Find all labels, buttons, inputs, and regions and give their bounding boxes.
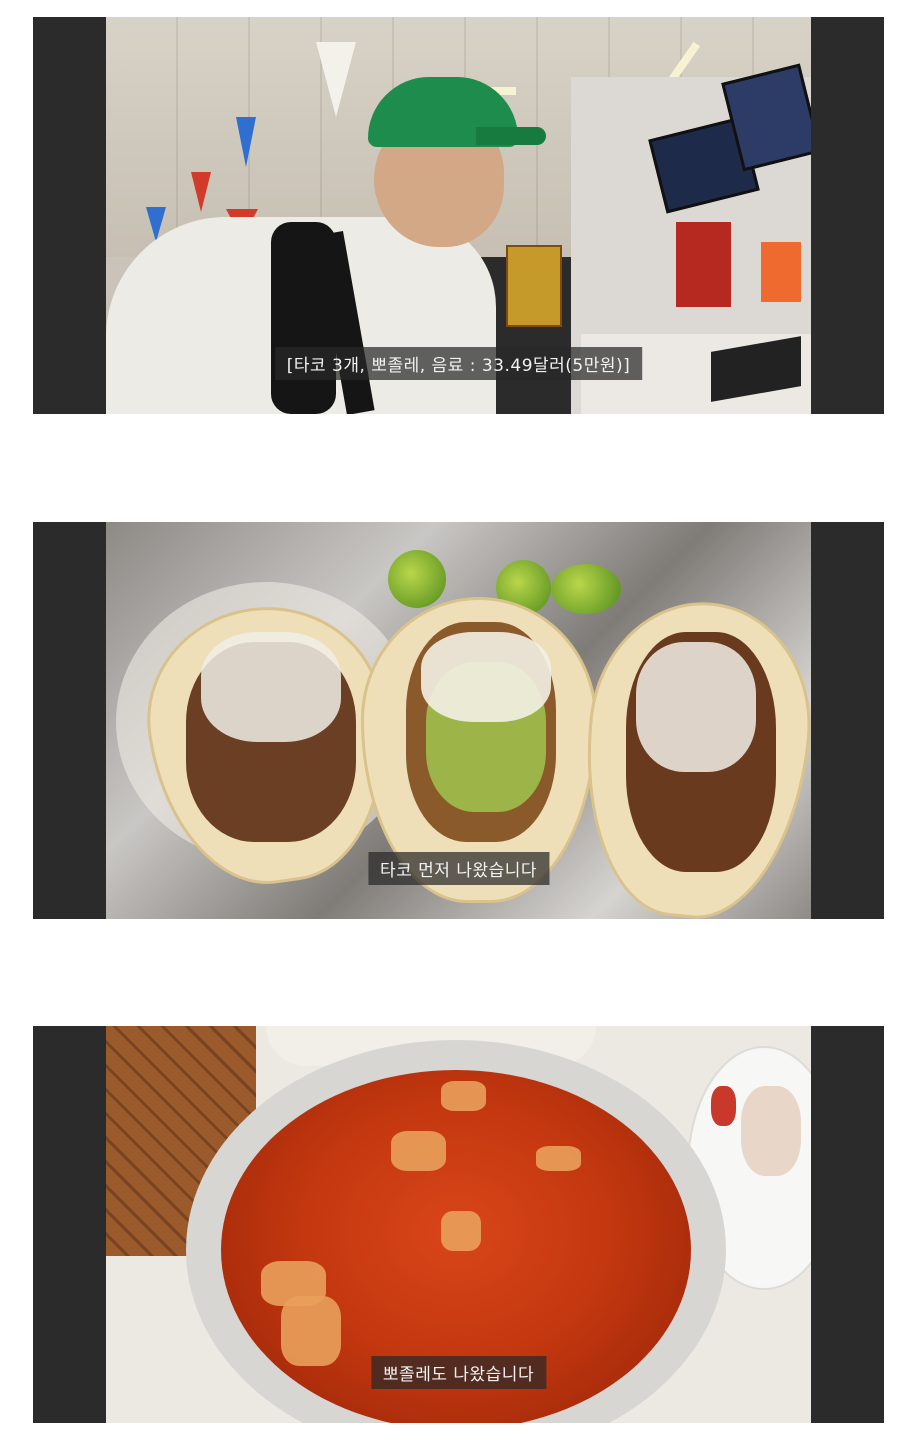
cap-brim [476,127,546,145]
subtitle-caption: [타코 3개, 뽀졸레, 음료 : 33.49달러(5만원)] [274,347,643,380]
pennant-flag [191,172,211,212]
pork-chunk [391,1131,446,1171]
lime-wedge [388,550,446,608]
pork-chunk [281,1296,341,1366]
pennant-flag [316,42,356,117]
pennant-flag [236,117,256,167]
pico-de-gallo [711,1086,736,1126]
pork-chunk [536,1146,581,1171]
subtitle-caption: 뽀졸레도 나왔습니다 [370,1356,547,1389]
promo-poster [506,245,562,327]
onion-cilantro [421,632,551,722]
video-frame-tacos: 타코 먼저 나왔습니다 [33,522,884,919]
pork-chunk [441,1211,481,1251]
menu-sign [676,222,731,307]
lime-wedge [551,564,621,614]
subtitle-caption: 타코 먼저 나왔습니다 [367,852,550,885]
menu-sign [761,242,801,302]
onion-cilantro [201,632,341,742]
video-frame-pozole: 뽀졸레도 나왔습니다 [33,1026,884,1423]
video-frame-restaurant: [타코 3개, 뽀졸레, 음료 : 33.49달러(5만원)] [33,17,884,414]
pico-de-gallo [741,1086,801,1176]
pork-chunk [441,1081,486,1111]
onion-cilantro [636,642,756,772]
